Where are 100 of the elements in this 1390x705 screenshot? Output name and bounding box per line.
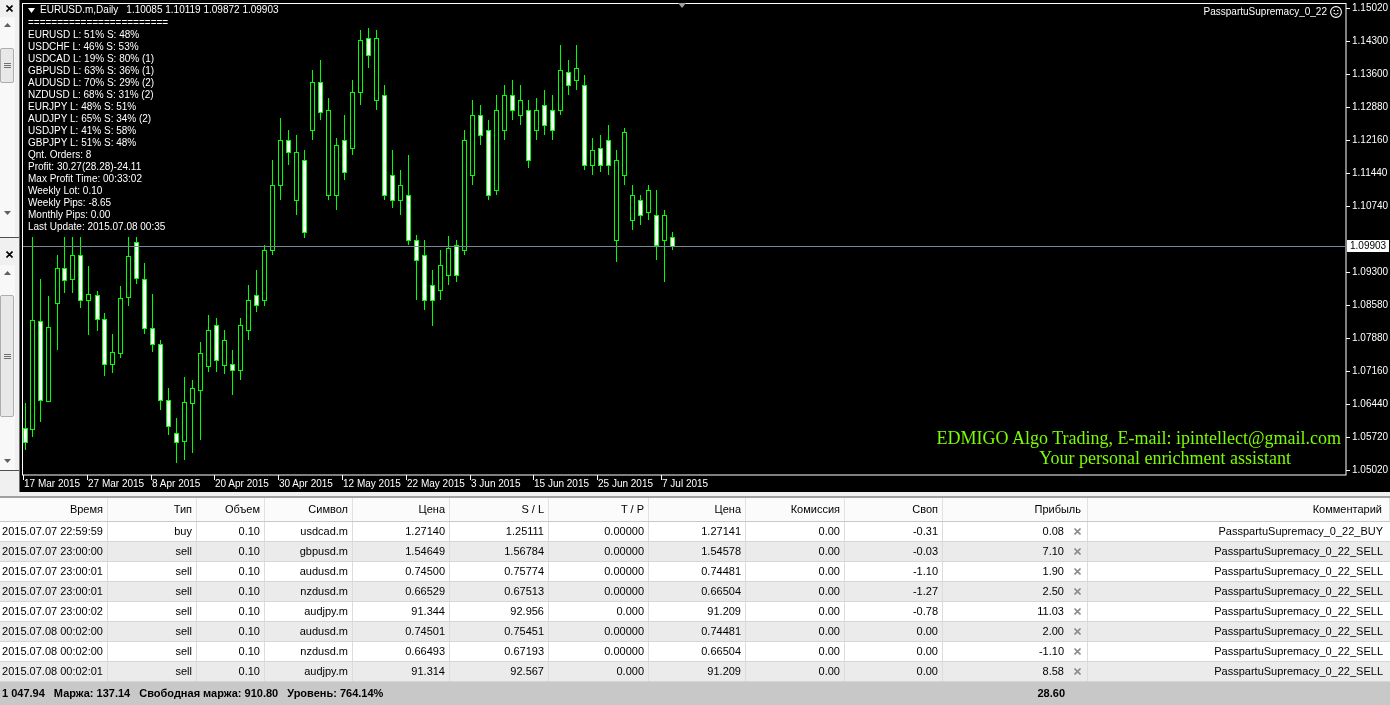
info-text: EURJPY L: 48% S: 51% (28, 101, 137, 113)
table-row[interactable]: 2015.07.07 22:59:59 buy 0.10 usdcad.m 1.27140 1.25111 0.00000 1.27141 0.00 -0.31 0.08 PasspartuSupremacy_0_22_BUY (0, 522, 1390, 542)
close-icon[interactable] (6, 251, 13, 258)
table-cell: sell (108, 542, 197, 561)
table-cell: 0.00 (845, 622, 943, 641)
table-cell: sell (108, 642, 197, 661)
price-label: 1.09300 (1352, 266, 1389, 278)
info-text: Weekly Pips: -8.65 (28, 197, 112, 209)
column-header[interactable]: Объем (197, 498, 265, 521)
info-text: Qnt. Orders: 8 (28, 149, 92, 161)
table-cell-text: 1.90 (1042, 564, 1064, 580)
table-cell-text: -1.10 (1038, 644, 1064, 660)
table-cell-text: PasspartuSupremacy_0_22_SELL (1213, 584, 1384, 600)
column-header[interactable]: Комментарий (1088, 498, 1390, 521)
table-cell: 0.10 (197, 642, 265, 661)
table-cell: 0.000 (549, 662, 649, 681)
summary-text: Свободная маржа: 910.80 (139, 686, 279, 702)
column-header[interactable]: Своп (845, 498, 943, 521)
table-cell: 0.66529 (353, 582, 450, 601)
table-cell: -1.10 (845, 562, 943, 581)
column-header[interactable]: Цена (649, 498, 746, 521)
table-cell: 0.00 (746, 582, 845, 601)
price-label: 1.15020 (1352, 2, 1389, 14)
price-quote: 1.10085 1.10119 1.09872 1.09903 (126, 4, 279, 16)
column-header[interactable]: Цена (353, 498, 450, 521)
column-header[interactable]: Прибыль (943, 498, 1088, 521)
scrollbar[interactable] (0, 17, 15, 237)
table-cell: 0.00000 (549, 582, 649, 601)
table-cell: 0.67513 (450, 582, 549, 601)
banner-text: EDMIGO Algo Trading, E-mail: ipintellect@gmail.com (936, 428, 1341, 448)
table-cell: nzdusd.m (265, 582, 353, 601)
column-header[interactable]: Символ (265, 498, 353, 521)
price-label: 1.13600 (1352, 68, 1389, 80)
price-label: 1.12160 (1352, 134, 1389, 146)
column-header[interactable]: Комиссия (746, 498, 845, 521)
table-cell: 2015.07.08 00:02:00 (0, 642, 108, 661)
table-cell: 0.00 (845, 662, 943, 681)
table-cell: 0.00 (845, 642, 943, 661)
close-icon[interactable] (6, 5, 13, 12)
date-label: 20 Apr 2015 (215, 478, 269, 490)
table-row[interactable]: 2015.07.08 00:02:00 sell 0.10 audusd.m 0.74501 0.75451 0.00000 0.74481 0.00 0.00 2.00 PasspartuSupremacy_0_22_SELL (0, 622, 1390, 642)
price-label: 1.05720 (1352, 431, 1389, 443)
table-row[interactable]: 2015.07.08 00:02:00 sell 0.10 nzdusd.m 0.66493 0.67193 0.00000 0.66504 0.00 0.00 -1.10 PasspartuSupremacy_0_22_SELL (0, 642, 1390, 662)
table-row[interactable]: 2015.07.07 23:00:00 sell 0.10 gbpusd.m 1.54649 1.56784 0.00000 1.54578 0.00 -0.03 7.10 PasspartuSupremacy_0_22_SELL (0, 542, 1390, 562)
summary-text: Уровень: 764.14% (287, 686, 384, 702)
info-text: AUDUSD L: 70% S: 29% (2) (28, 77, 155, 89)
table-cell: 0.74501 (353, 622, 450, 641)
info-text: AUDJPY L: 65% S: 34% (2) (28, 113, 152, 125)
table-cell: 0.00000 (549, 522, 649, 541)
table-cell: sell (108, 582, 197, 601)
price-label: 1.06440 (1352, 398, 1389, 410)
table-cell: audjpy.m (265, 602, 353, 621)
info-text: ======================== (28, 17, 169, 29)
table-cell-text: 2.50 (1042, 584, 1064, 600)
column-header[interactable]: Время (0, 498, 108, 521)
table-cell: gbpusd.m (265, 542, 353, 561)
info-text: EURUSD L: 51% S: 48% (28, 29, 140, 41)
scroll-down-icon[interactable] (4, 211, 11, 215)
price-label: 1.07160 (1352, 365, 1389, 377)
table-cell: 0.00000 (549, 542, 649, 561)
table-cell: 91.344 (353, 602, 450, 621)
table-cell: 0.10 (197, 622, 265, 641)
table-cell: 2015.07.08 00:02:00 (0, 622, 108, 641)
column-header[interactable]: S / L (450, 498, 549, 521)
table-cell: 0.00 (746, 642, 845, 661)
table-cell: 0.74481 (649, 562, 746, 581)
grip-icon (3, 63, 11, 68)
table-cell: usdcad.m (265, 522, 353, 541)
table-cell-text: PasspartuSupremacy_0_22_BUY (1217, 524, 1384, 540)
table-cell: 92.567 (450, 662, 549, 681)
scroll-up-icon[interactable] (4, 271, 11, 275)
table-cell: 91.209 (649, 662, 746, 681)
table-cell-text: 7.10 (1042, 544, 1064, 560)
table-cell-text: 11.03 (1037, 604, 1064, 620)
column-header[interactable]: Тип (108, 498, 197, 521)
price-label: 1.14300 (1352, 35, 1389, 47)
table-cell: 1.27140 (353, 522, 450, 541)
expert-name: PasspartuSupremacy_0_22 (1203, 6, 1327, 18)
info-text: Weekly Lot: 0.10 (28, 185, 103, 197)
triangle-marker-icon[interactable] (678, 3, 686, 8)
table-row[interactable]: 2015.07.07 23:00:01 sell 0.10 nzdusd.m 0.66529 0.67513 0.00000 0.66504 0.00 -1.27 2.50 PasspartuSupremacy_0_22_SELL (0, 582, 1390, 602)
scrollbar-thumb[interactable] (0, 295, 14, 417)
date-label: 17 Mar 2015 (24, 478, 81, 490)
scroll-up-icon[interactable] (4, 23, 11, 27)
table-row[interactable]: 2015.07.08 00:02:01 sell 0.10 audjpy.m 91.314 92.567 0.000 91.209 0.00 0.00 8.58 PasspartuSupremacy_0_22_SELL (0, 662, 1390, 682)
table-cell: 0.74500 (353, 562, 450, 581)
scrollbar[interactable] (0, 265, 15, 470)
column-header[interactable]: T / P (549, 498, 649, 521)
table-cell-text: PasspartuSupremacy_0_22_SELL (1213, 604, 1384, 620)
table-cell: 0.66493 (353, 642, 450, 661)
table-cell: audjpy.m (265, 662, 353, 681)
dropdown-triangle-icon[interactable] (28, 7, 35, 13)
table-cell: 2015.07.07 23:00:01 (0, 582, 108, 601)
scroll-down-icon[interactable] (4, 459, 11, 463)
price-label: 1.10740 (1352, 200, 1389, 212)
chart-symbol: EURUSD.m,Daily (40, 4, 119, 16)
table-row[interactable]: 2015.07.07 23:00:02 sell 0.10 audjpy.m 91.344 92.956 0.000 91.209 0.00 -0.78 11.03 PasspartuSupremacy_0_22_SELL (0, 602, 1390, 622)
scrollbar-thumb[interactable] (0, 48, 14, 83)
table-row[interactable]: 2015.07.07 23:00:01 sell 0.10 audusd.m 0.74500 0.75774 0.00000 0.74481 0.00 -1.10 1.90 PasspartuSupremacy_0_22_SELL (0, 562, 1390, 582)
table-cell: 0.00 (746, 542, 845, 561)
